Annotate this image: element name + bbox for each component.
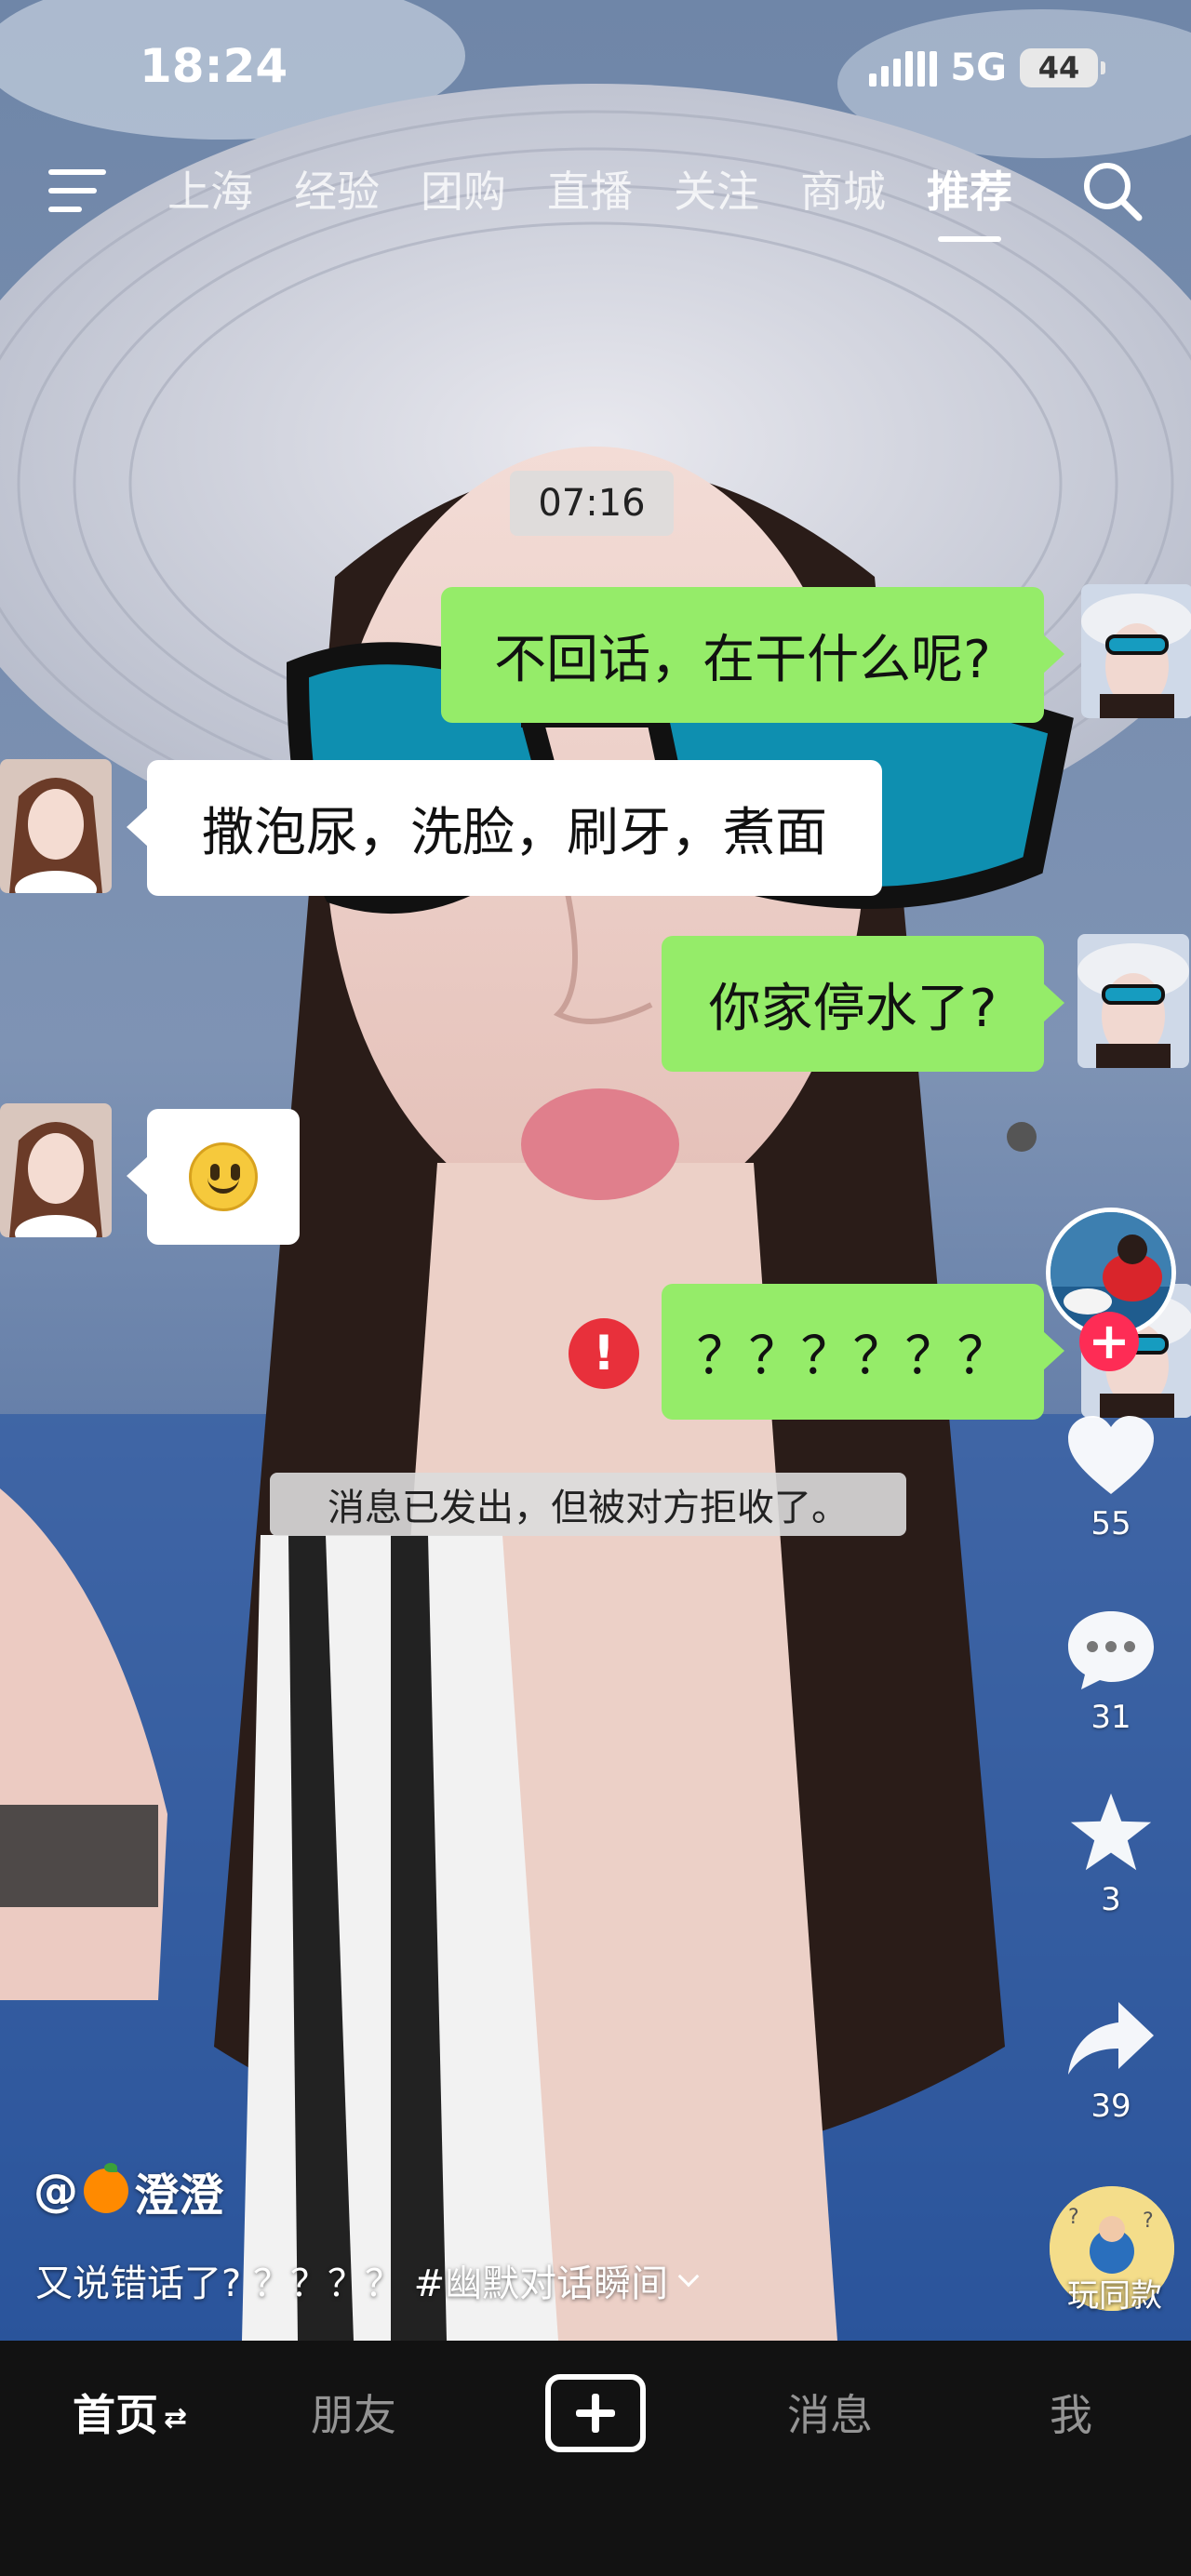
refresh-icon: ⇄ [164, 2402, 188, 2435]
chat-bubble-received [127, 1109, 300, 1245]
contact-avatar [0, 759, 112, 893]
send-failed-icon: ! [569, 1318, 639, 1389]
chat-bubble-received: 撒泡尿，洗脸，刷牙，煮面 [127, 760, 882, 896]
rejected-notice: 消息已发出，但被对方拒收了。 [270, 1473, 906, 1536]
tab-local[interactable]: 上海 [167, 158, 253, 220]
nav-me[interactable]: 我 [1050, 2382, 1092, 2443]
menu-icon[interactable] [48, 169, 106, 216]
search-icon[interactable] [1079, 158, 1144, 223]
create-post-button[interactable] [545, 2374, 646, 2452]
comment-action[interactable]: 31 [1051, 1608, 1171, 1736]
chat-bubble-sent: 你家停水了? [662, 936, 1064, 1072]
nav-home[interactable]: 首页 ⇄ [73, 2382, 187, 2443]
caption-text: 又说错话了? ？？？？ #幽默对话瞬间 [35, 2262, 669, 2305]
share-count: 39 [1091, 2088, 1131, 2125]
status-indicators: 5G 44 [869, 47, 1105, 89]
tab-mall[interactable]: 商城 [800, 158, 886, 220]
author-name: 澄澄 [134, 2169, 224, 2222]
comment-icon[interactable] [1064, 1608, 1158, 1691]
my-avatar [1081, 584, 1191, 718]
author-handle[interactable]: @ 澄澄 [33, 2158, 223, 2223]
nav-friends[interactable]: 朋友 [311, 2382, 396, 2443]
like-action[interactable]: 55 [1051, 1414, 1171, 1542]
orange-icon [84, 2163, 128, 2213]
my-avatar [1077, 934, 1189, 1068]
tab-experience[interactable]: 经验 [294, 158, 380, 220]
share-icon[interactable] [1064, 1996, 1158, 2080]
nav-home-label: 首页 [73, 2390, 158, 2440]
plus-icon [576, 2394, 615, 2433]
share-action[interactable]: 39 [1051, 1996, 1171, 2125]
favorite-count: 3 [1101, 1881, 1121, 1918]
network-type: 5G [950, 47, 1007, 89]
tab-live[interactable]: 直播 [547, 158, 633, 220]
top-tabs: 上海 经验 团购 直播 关注 商城 推荐 [167, 158, 1012, 242]
svg-text:?: ? [1068, 2206, 1079, 2229]
star-icon[interactable] [1064, 1790, 1158, 1874]
author-at: @ [33, 2165, 78, 2217]
chat-timestamp: 07:16 [510, 471, 674, 536]
video-feed-screen: 18:24 5G 44 上海 经验 团购 直播 关注 商城 推荐 07:16 不… [0, 0, 1191, 2576]
battery-icon: 44 [1020, 48, 1105, 87]
contact-avatar [0, 1103, 112, 1237]
comment-count: 31 [1091, 1699, 1131, 1736]
video-caption[interactable]: 又说错话了? ？？？？ #幽默对话瞬间 [35, 2253, 700, 2307]
chevron-down-icon[interactable] [677, 2265, 700, 2288]
signal-icon [869, 49, 938, 87]
chat-bubble-sent: 不回话，在干什么呢? [441, 587, 1064, 723]
status-time: 18:24 [140, 39, 288, 93]
heart-icon[interactable] [1064, 1414, 1158, 1498]
smiley-icon [189, 1142, 258, 1211]
follow-button[interactable]: + [1079, 1312, 1139, 1371]
nav-messages[interactable]: 消息 [787, 2382, 873, 2443]
like-count: 55 [1091, 1505, 1131, 1542]
tab-following[interactable]: 关注 [674, 158, 759, 220]
favorite-action[interactable]: 3 [1051, 1790, 1171, 1918]
svg-text:?: ? [1143, 2209, 1154, 2233]
play-same-label[interactable]: 玩同款 [1055, 2270, 1174, 2316]
tab-recommended[interactable]: 推荐 [927, 158, 1012, 242]
tab-group-buy[interactable]: 团购 [421, 158, 506, 220]
chat-bubble-sent: ？？？？？？ [662, 1284, 1064, 1420]
